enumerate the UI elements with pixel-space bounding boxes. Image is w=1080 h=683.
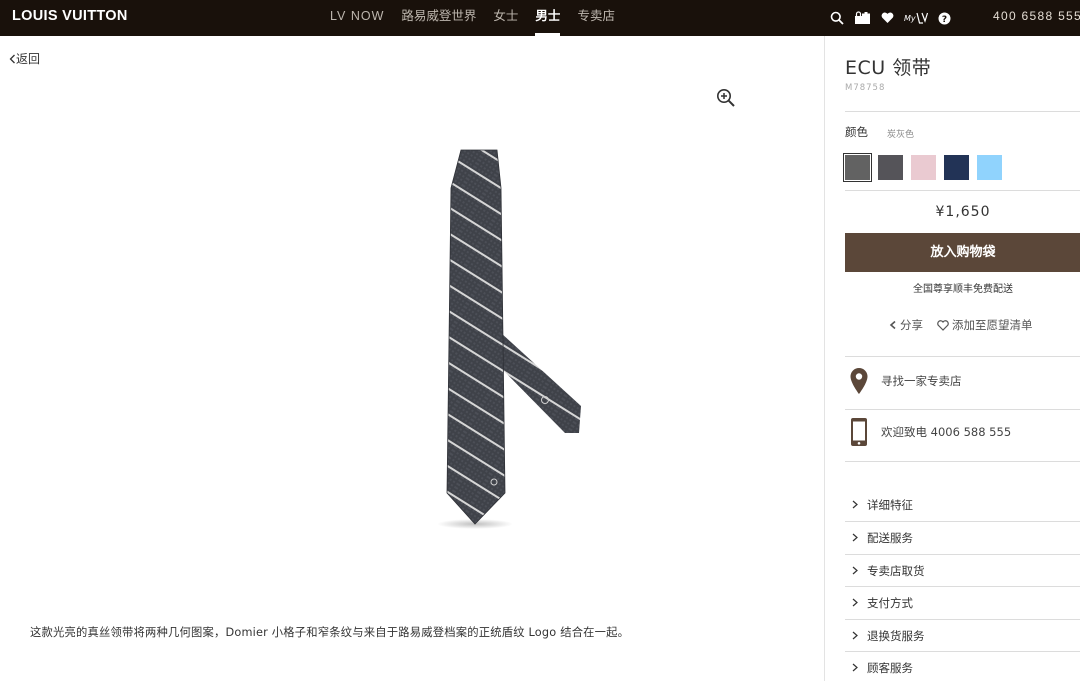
my-lv-icon[interactable]: My (904, 12, 928, 24)
nav-item-0[interactable]: LV NOW (330, 0, 384, 36)
chevron-right-icon (845, 498, 867, 512)
product-image-tie (437, 149, 581, 529)
chevron-right-icon (845, 531, 867, 545)
top-header: LOUIS VUITTON LV NOW 路易威登世界 女士 男士 专卖店 My ? 4… (0, 0, 1080, 36)
share-button[interactable]: 分享 (889, 317, 923, 333)
wishlist-button[interactable]: 添加至愿望清单 (937, 317, 1033, 333)
brand-logo[interactable]: LOUIS VUITTON (12, 0, 128, 36)
color-swatch[interactable] (977, 155, 1002, 180)
header-phone[interactable]: 400 6588 555 (993, 0, 1080, 36)
my-lv-label: My (904, 13, 916, 23)
main-nav: LV NOW 路易威登世界 女士 男士 专卖店 (330, 0, 632, 36)
accordion-item[interactable]: 退换货服务 (845, 619, 1080, 651)
color-swatch[interactable] (911, 155, 936, 180)
color-label: 颜色 (845, 125, 868, 139)
accordion-label: 退换货服务 (867, 628, 925, 643)
shipping-note: 全国尊享顺丰免费配送 (913, 284, 1013, 295)
chevron-left-icon (9, 54, 15, 63)
zoom-in-icon[interactable] (716, 88, 736, 112)
color-value: 炭灰色 (887, 130, 915, 140)
nav-item-2[interactable]: 女士 (493, 0, 518, 36)
accordion-item[interactable]: 专卖店取货 (845, 554, 1080, 586)
product-price: ¥1,650 (935, 204, 991, 220)
accordion-item[interactable]: 顾客服务 (845, 651, 1080, 683)
product-sku: M78758 (845, 83, 886, 93)
heart-outline-icon (937, 319, 949, 331)
accordion-label: 支付方式 (867, 595, 913, 610)
divider (845, 111, 1080, 112)
accordion-label: 详细特征 (867, 498, 913, 512)
divider (845, 190, 1080, 191)
color-swatches (843, 153, 1010, 182)
accordion-item[interactable]: 详细特征 (845, 489, 1080, 521)
phone-contact[interactable]: 欢迎致电 4006 588 555 (849, 417, 1011, 447)
chevron-right-icon (845, 596, 867, 610)
divider (845, 461, 1080, 462)
store-finder-label: 寻找一家专卖店 (881, 374, 962, 388)
product-panel: ECU 领带 M78758 颜色 炭灰色 ¥1,650 放入购物袋 全国尊享顺丰… (824, 36, 1080, 681)
add-to-bag-button[interactable]: 放入购物袋 (845, 233, 1080, 272)
share-icon (889, 320, 896, 330)
svg-text:?: ? (942, 15, 947, 25)
nav-item-1[interactable]: 路易威登世界 (401, 0, 476, 36)
store-finder-link[interactable]: 寻找一家专卖店 (849, 367, 962, 395)
phone-contact-label: 欢迎致电 4006 588 555 (881, 425, 1012, 439)
accordion-label: 配送服务 (867, 530, 913, 545)
color-swatch[interactable] (878, 155, 903, 180)
accordion-label: 顾客服务 (867, 660, 913, 675)
chevron-right-icon (845, 629, 867, 643)
divider (845, 356, 1080, 357)
heart-icon[interactable] (881, 12, 894, 24)
header-icons: My ? (830, 0, 961, 36)
product-title: ECU 领带 (845, 57, 932, 79)
chevron-right-icon (845, 564, 867, 578)
search-icon[interactable] (830, 11, 844, 25)
back-link[interactable]: 返回 (9, 50, 40, 67)
product-description: 这款光亮的真丝领带将两种几何图案，Domier 小格子和窄条纹与来自于路易威登档… (30, 626, 630, 639)
nav-item-4[interactable]: 专卖店 (577, 0, 615, 36)
share-label: 分享 (900, 318, 923, 332)
shopping-bag-icon[interactable] (854, 11, 871, 25)
mobile-phone-icon (851, 418, 867, 446)
chevron-right-icon (845, 661, 867, 675)
help-icon[interactable]: ? (938, 12, 951, 25)
divider (845, 409, 1080, 410)
accordion-item[interactable]: 配送服务 (845, 521, 1080, 553)
nav-item-3[interactable]: 男士 (535, 0, 561, 36)
wishlist-label: 添加至愿望清单 (952, 318, 1033, 332)
location-pin-icon (850, 368, 868, 394)
accordion-label: 专卖店取货 (867, 563, 925, 578)
accordion-item[interactable]: 支付方式 (845, 586, 1080, 618)
color-swatch[interactable] (843, 153, 872, 182)
product-actions: 分享 添加至愿望清单 (889, 317, 1047, 333)
color-swatch[interactable] (944, 155, 969, 180)
back-label: 返回 (16, 52, 41, 66)
